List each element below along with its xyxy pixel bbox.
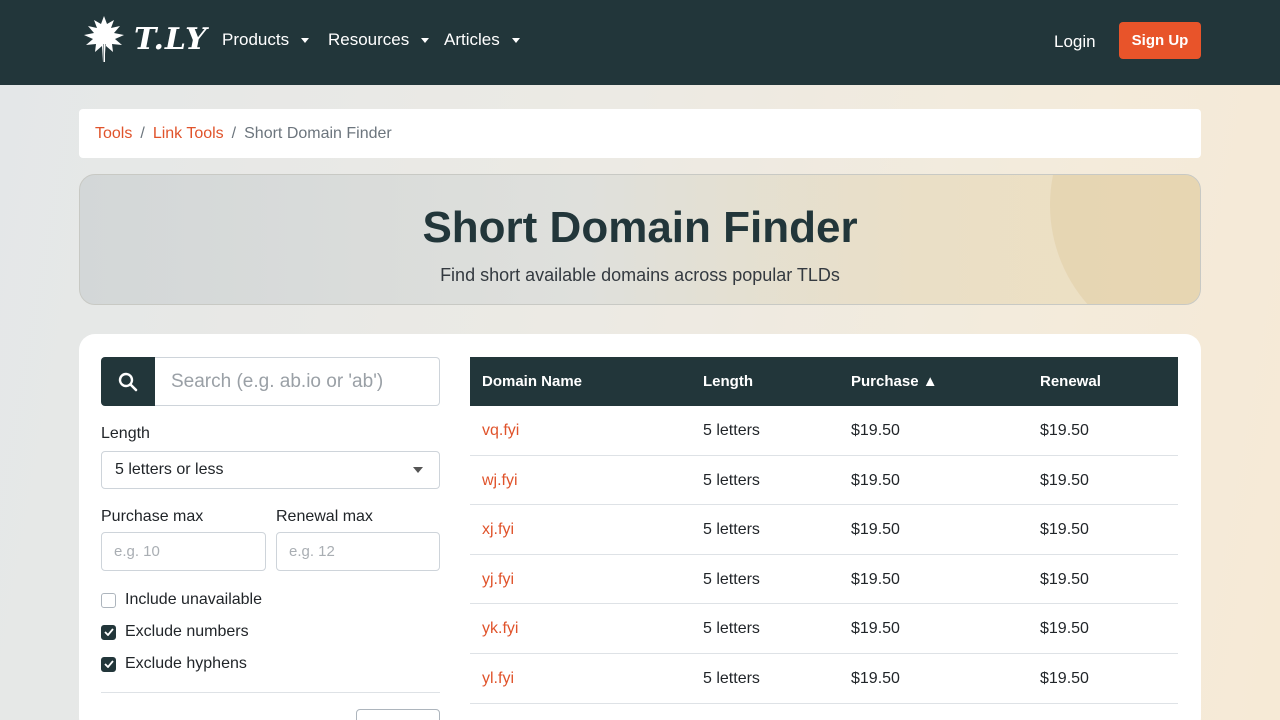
nav-articles-dropdown[interactable]: Articles — [444, 30, 520, 50]
view-toggle[interactable] — [356, 709, 440, 720]
table-body: vq.fyi 5 letters $19.50 $19.50 wj.fyi 5 lette… — [470, 406, 1178, 704]
length-cell: 5 letters — [703, 521, 760, 539]
table-header: Domain Name Length Purchase ▲ Renewal — [470, 357, 1178, 406]
hero-banner: Short Domain Finder Find short available… — [79, 174, 1201, 305]
renewal-price-cell: $19.50 — [1040, 422, 1089, 439]
length-cell: 5 letters — [703, 422, 760, 439]
length-select[interactable]: 5 letters or less — [101, 451, 440, 489]
search-icon — [118, 372, 138, 391]
nav-articles-label: Articles — [444, 30, 500, 49]
login-link[interactable]: Login — [1054, 32, 1096, 52]
breadcrumb-separator: / — [231, 124, 237, 142]
filter-divider — [101, 692, 440, 693]
page-title: Short Domain Finder — [422, 203, 858, 252]
checkbox-checked-icon — [101, 624, 116, 640]
chevron-down-icon — [413, 467, 423, 473]
search-group — [101, 357, 440, 406]
caret-down-icon — [421, 37, 430, 43]
renewal-price-cell: $19.50 — [1040, 669, 1089, 687]
domain-link[interactable]: wj.fyi — [482, 472, 518, 490]
renewal-price-cell: $19.50 — [1040, 620, 1089, 638]
renewal-price-cell: $19.50 — [1040, 521, 1089, 539]
header-domain-name[interactable]: Domain Name — [482, 373, 582, 390]
length-cell: 5 letters — [703, 620, 760, 638]
renewal-price-cell: $19.50 — [1040, 471, 1089, 489]
breadcrumb-current: Short Domain Finder — [244, 124, 392, 142]
domains-table: Domain Name Length Purchase ▲ Renewal vq… — [470, 357, 1178, 704]
domain-link[interactable]: xj.fyi — [482, 521, 514, 539]
purchase-price-cell: $19.50 — [851, 669, 900, 687]
breadcrumb-separator: / — [140, 124, 145, 142]
length-label: Length — [101, 425, 150, 442]
purchase-price-cell: $19.50 — [851, 471, 900, 489]
checkbox-label: Exclude hyphens — [125, 655, 247, 672]
leaf-logo-icon — [84, 16, 124, 62]
table-row: yl.fyi 5 letters $19.50 $19.50 — [470, 654, 1178, 704]
table-row: wj.fyi 5 letters $19.50 $19.50 — [470, 456, 1178, 506]
include-unavailable-checkbox[interactable]: Include unavailable — [101, 591, 262, 609]
nav-products-dropdown[interactable]: Products — [222, 30, 310, 50]
brand-logo[interactable]: T.LY — [82, 14, 208, 64]
finder-card: Length 5 letters or less Purchase max Re… — [79, 334, 1201, 720]
purchase-price-cell: $19.50 — [851, 570, 900, 588]
purchase-price-cell: $19.50 — [851, 521, 900, 539]
breadcrumb-tools-link[interactable]: Tools — [95, 125, 132, 143]
search-button[interactable] — [101, 357, 155, 406]
signup-button[interactable]: Sign Up — [1119, 22, 1201, 59]
nav-resources-dropdown[interactable]: Resources — [328, 30, 430, 50]
top-navbar: T.LY Products Resources Articles Login S… — [0, 0, 1280, 85]
length-cell: 5 letters — [703, 471, 760, 489]
length-select-value: 5 letters or less — [115, 461, 224, 478]
search-input[interactable] — [155, 357, 440, 406]
checkbox-checked-icon — [101, 656, 116, 672]
table-row: vq.fyi 5 letters $19.50 $19.50 — [470, 406, 1178, 456]
table-row: yk.fyi 5 letters $19.50 $19.50 — [470, 604, 1178, 654]
domain-link[interactable]: yl.fyi — [482, 670, 514, 688]
table-row: xj.fyi 5 letters $19.50 $19.50 — [470, 505, 1178, 555]
renewal-max-label: Renewal max — [276, 508, 373, 525]
nav-resources-label: Resources — [328, 30, 410, 49]
domain-link[interactable]: vq.fyi — [482, 422, 519, 440]
breadcrumb-link-tools-link[interactable]: Link Tools — [153, 125, 224, 143]
renewal-max-input[interactable] — [276, 532, 440, 571]
purchase-price-cell: $19.50 — [851, 422, 900, 439]
exclude-hyphens-checkbox[interactable]: Exclude hyphens — [101, 655, 247, 673]
checkbox-label: Exclude numbers — [125, 623, 249, 640]
nav-products-label: Products — [222, 30, 290, 49]
header-purchase-sorted[interactable]: Purchase ▲ — [851, 373, 938, 390]
purchase-price-cell: $19.50 — [851, 620, 900, 638]
checkbox-unchecked-icon — [101, 592, 116, 608]
domain-link[interactable]: yk.fyi — [482, 620, 518, 638]
purchase-max-input[interactable] — [101, 532, 266, 571]
header-renewal[interactable]: Renewal — [1040, 373, 1101, 390]
length-cell: 5 letters — [703, 570, 760, 588]
domain-link[interactable]: yj.fyi — [482, 571, 514, 589]
breadcrumb: Tools / Link Tools / Short Domain Finder — [79, 109, 1201, 158]
caret-down-icon — [511, 37, 520, 43]
caret-down-icon — [301, 37, 310, 43]
exclude-numbers-checkbox[interactable]: Exclude numbers — [101, 623, 249, 641]
header-length[interactable]: Length — [703, 373, 753, 390]
page-subtitle: Find short available domains across popu… — [440, 265, 840, 285]
renewal-price-cell: $19.50 — [1040, 570, 1089, 588]
length-cell: 5 letters — [703, 669, 760, 687]
brand-name: T.LY — [134, 21, 208, 57]
purchase-max-label: Purchase max — [101, 508, 204, 525]
table-row: yj.fyi 5 letters $19.50 $19.50 — [470, 555, 1178, 605]
checkbox-label: Include unavailable — [125, 591, 262, 608]
